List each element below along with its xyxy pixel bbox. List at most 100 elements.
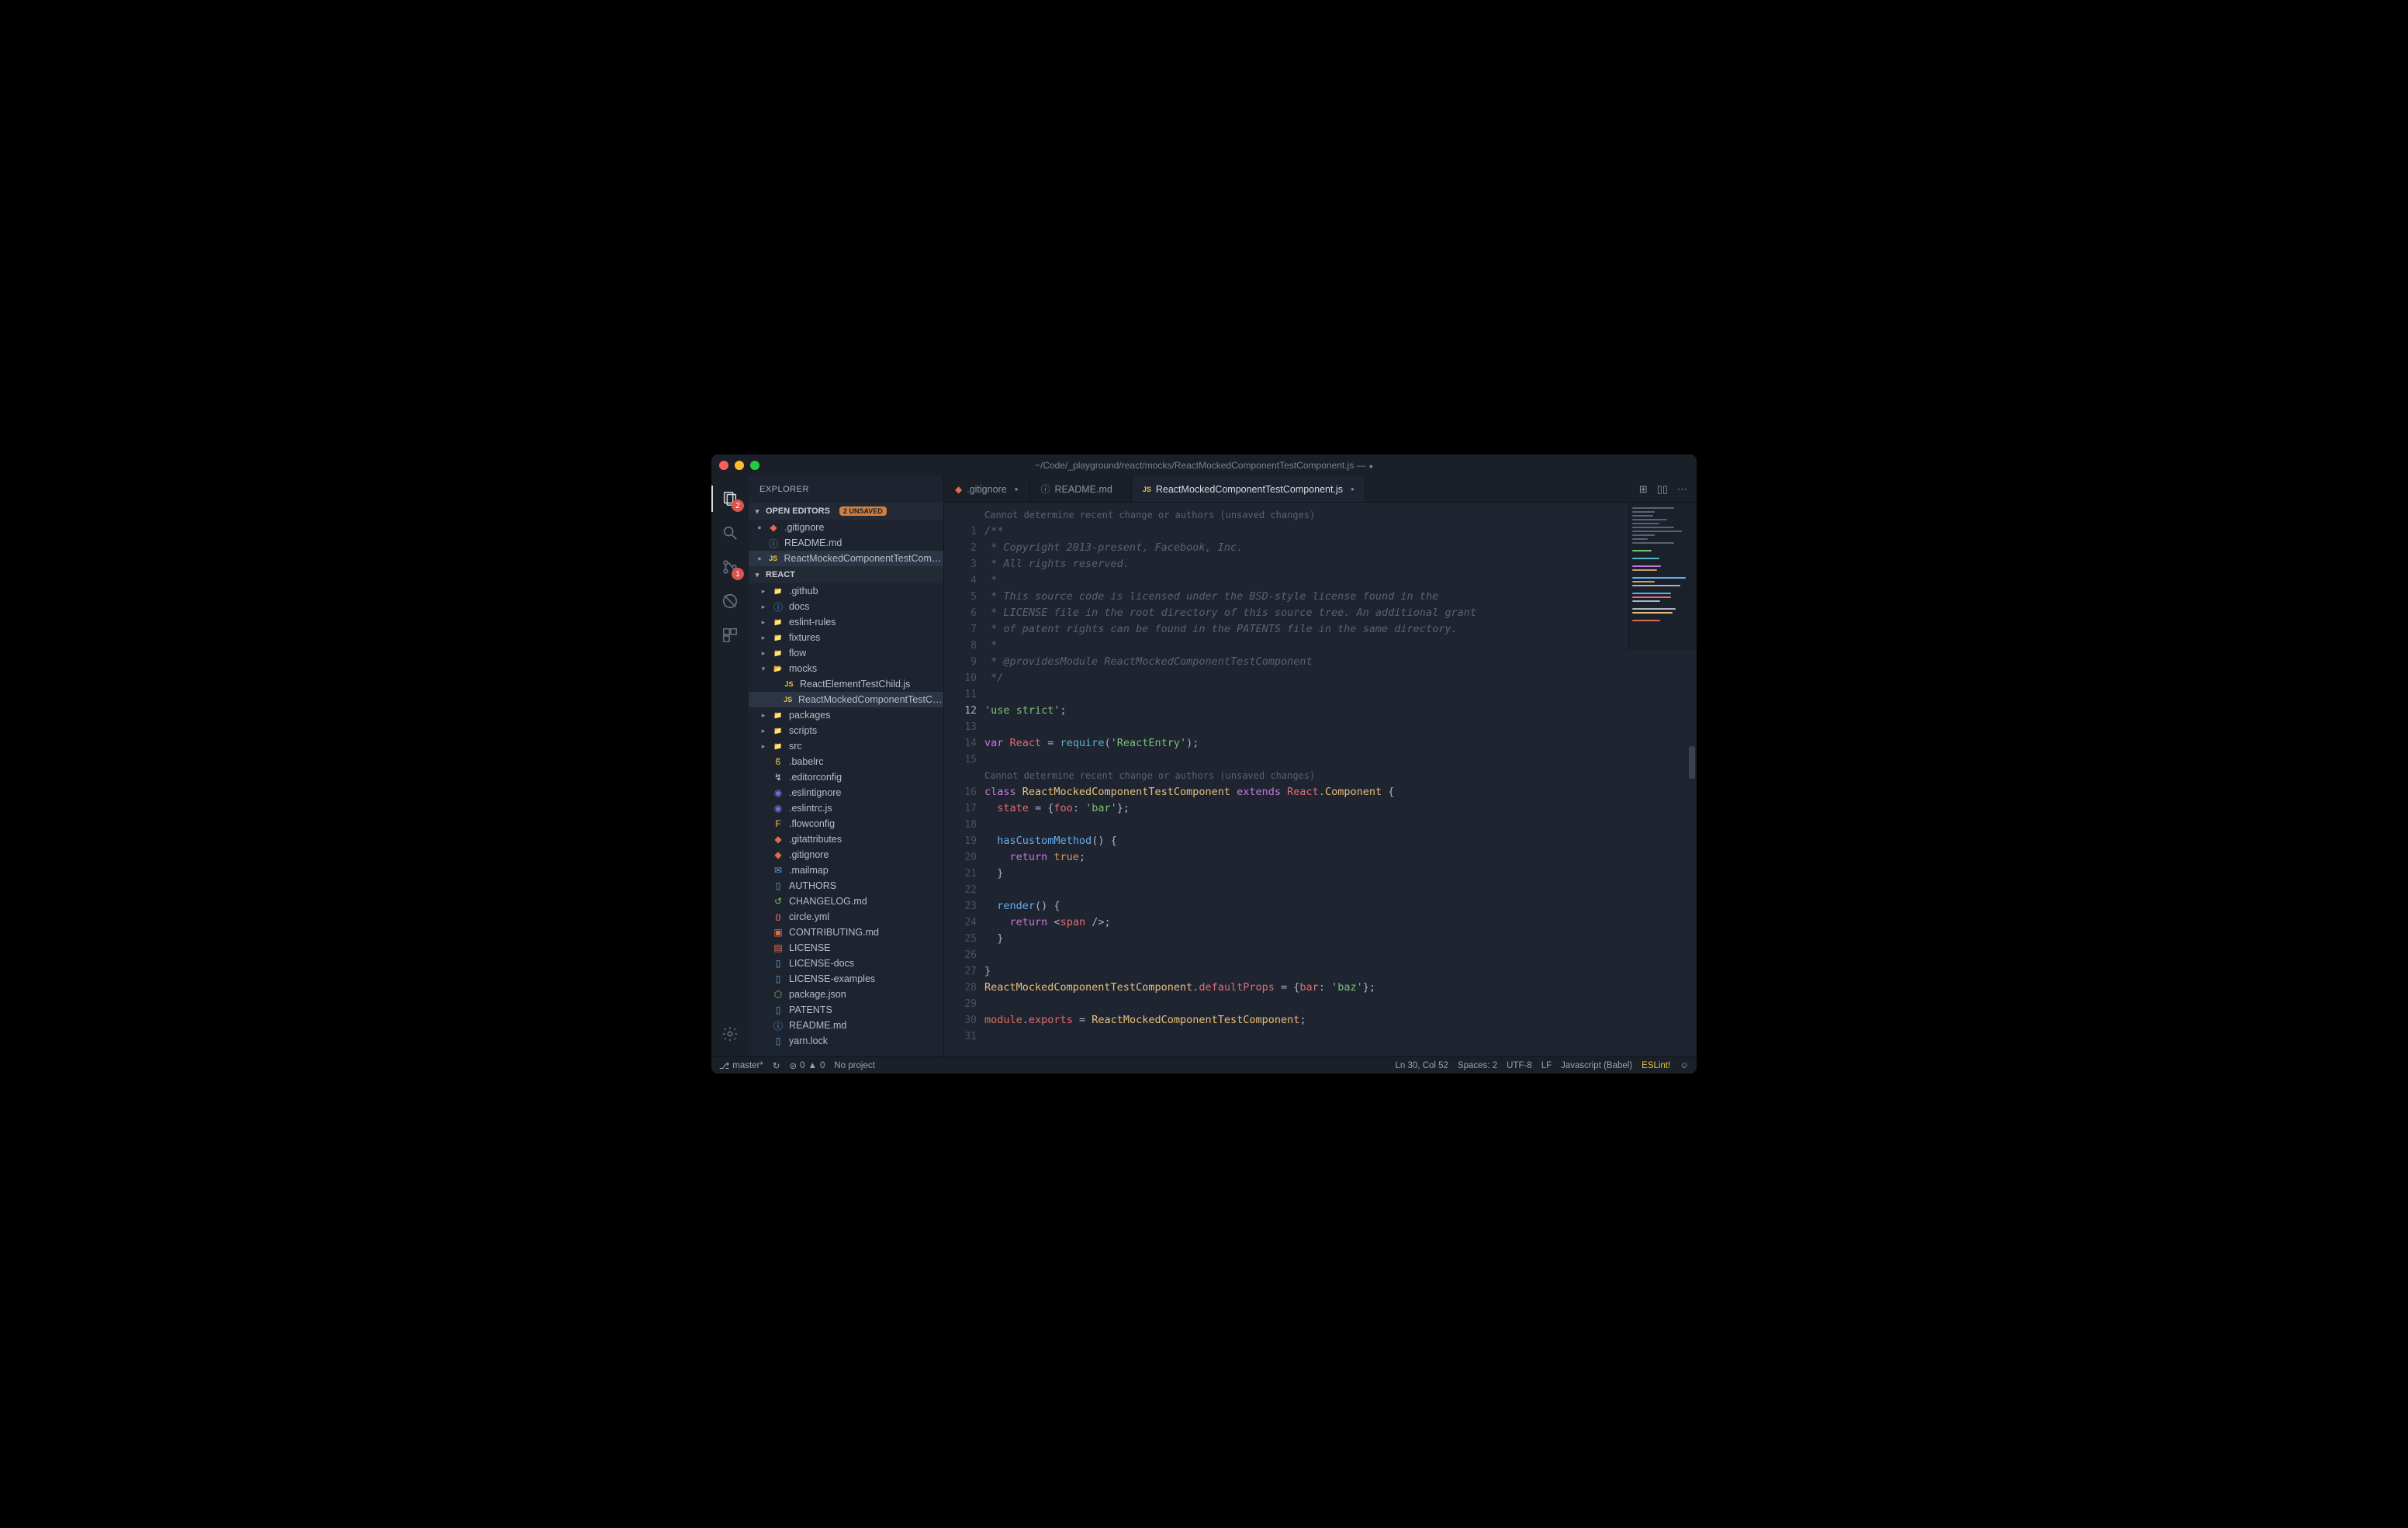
code-line[interactable]: class ReactMockedComponentTestComponent … xyxy=(984,784,1697,800)
code-line[interactable]: hasCustomMethod() { xyxy=(984,833,1697,849)
file-tree-item[interactable]: ⓘREADME.md xyxy=(749,1018,943,1033)
code-line[interactable]: * of patent rights can be found in the P… xyxy=(984,621,1697,638)
code-line[interactable] xyxy=(984,1028,1697,1045)
activity-extensions[interactable] xyxy=(711,619,749,652)
activity-debug[interactable] xyxy=(711,585,749,617)
file-tree-item[interactable]: ▸ⓘdocs xyxy=(749,599,943,614)
file-tree-item[interactable]: ▸📁src xyxy=(749,738,943,754)
codelens[interactable]: Cannot determine recent change or author… xyxy=(984,507,1697,524)
code-line[interactable]: module.exports = ReactMockedComponentTes… xyxy=(984,1012,1697,1028)
file-tree-item[interactable]: ▸📁fixtures xyxy=(749,630,943,645)
code-line[interactable]: } xyxy=(984,866,1697,882)
open-editors-list: ●◆.gitignoreⓘREADME.md●JSReactMockedComp… xyxy=(749,520,943,566)
activity-explorer[interactable]: 2 xyxy=(711,482,749,515)
file-tree-item[interactable]: ▸📁packages xyxy=(749,707,943,723)
code-line[interactable]: * xyxy=(984,572,1697,589)
file-tree-item[interactable]: JSReactMockedComponentTestCom… xyxy=(749,692,943,707)
file-tree-item[interactable]: ◆.gitignore xyxy=(749,847,943,863)
code-line[interactable] xyxy=(984,996,1697,1012)
open-editor-item[interactable]: ⓘREADME.md xyxy=(749,535,943,551)
file-tree-item[interactable]: ▸📁flow xyxy=(749,645,943,661)
file-tree-item[interactable]: ◆.gitattributes xyxy=(749,831,943,847)
code-line[interactable]: } xyxy=(984,963,1697,980)
code-line[interactable]: * All rights reserved. xyxy=(984,556,1697,572)
window-minimize-button[interactable] xyxy=(735,461,744,470)
code-line[interactable]: return <span />; xyxy=(984,914,1697,931)
code-line[interactable]: /** xyxy=(984,524,1697,540)
vertical-scrollbar[interactable] xyxy=(1687,503,1697,1056)
code-line[interactable] xyxy=(984,882,1697,898)
activity-search[interactable] xyxy=(711,517,749,549)
scrollbar-thumb[interactable] xyxy=(1689,746,1695,779)
file-tree-item[interactable]: ▯LICENSE-docs xyxy=(749,956,943,971)
code-line[interactable]: 'use strict'; xyxy=(984,703,1697,719)
code-line[interactable]: ReactMockedComponentTestComponent.defaul… xyxy=(984,980,1697,996)
eslint-status[interactable]: ESLint! xyxy=(1642,1061,1670,1070)
code-line[interactable] xyxy=(984,686,1697,703)
code-line[interactable] xyxy=(984,947,1697,963)
file-tree-item[interactable]: ◉.eslintignore xyxy=(749,785,943,800)
file-tree-item[interactable]: ϐ.babelrc xyxy=(749,754,943,769)
minimap[interactable] xyxy=(1628,503,1697,650)
file-tree-item[interactable]: ▸📁eslint-rules xyxy=(749,614,943,630)
file-tree-item[interactable]: ▯yarn.lock xyxy=(749,1033,943,1049)
window-maximize-button[interactable] xyxy=(750,461,759,470)
file-tree-item[interactable]: ▯LICENSE-examples xyxy=(749,971,943,987)
open-editor-item[interactable]: ●JSReactMockedComponentTestComp… xyxy=(749,551,943,566)
eol[interactable]: LF xyxy=(1541,1061,1552,1070)
editor-tab[interactable]: JSReactMockedComponentTestComponent.js● xyxy=(1132,476,1366,502)
open-editor-item[interactable]: ●◆.gitignore xyxy=(749,520,943,535)
problems-segment[interactable]: ⊘ 0 ▲ 0 xyxy=(790,1060,825,1071)
code-line[interactable] xyxy=(984,752,1697,768)
code-line[interactable]: * Copyright 2013-present, Facebook, Inc. xyxy=(984,540,1697,556)
split-button[interactable]: ▯▯ xyxy=(1657,483,1668,496)
more-button[interactable]: ⋯ xyxy=(1677,483,1687,496)
activity-scm[interactable]: 1 xyxy=(711,551,749,583)
file-tree-item[interactable]: ⬡package.json xyxy=(749,987,943,1002)
sync-button[interactable]: ↻ xyxy=(773,1060,780,1071)
workspace-header[interactable]: ▾ REACT xyxy=(749,566,943,583)
file-tree-item[interactable]: ▯PATENTS xyxy=(749,1002,943,1018)
language-mode[interactable]: Javascript (Babel) xyxy=(1561,1061,1632,1070)
file-tree-item[interactable]: ▯AUTHORS xyxy=(749,878,943,894)
code-line[interactable] xyxy=(984,817,1697,833)
file-tree-item[interactable]: ▾📂mocks xyxy=(749,661,943,676)
code-line[interactable] xyxy=(984,719,1697,735)
code-editor[interactable]: Cannot determine recent change or author… xyxy=(984,503,1697,1056)
codelens[interactable]: Cannot determine recent change or author… xyxy=(984,768,1697,784)
file-tree-item[interactable]: ↺CHANGELOG.md xyxy=(749,894,943,909)
code-line[interactable]: var React = require('ReactEntry'); xyxy=(984,735,1697,752)
file-tree-item[interactable]: {}circle.yml xyxy=(749,909,943,925)
window-close-button[interactable] xyxy=(719,461,728,470)
code-line[interactable]: */ xyxy=(984,670,1697,686)
file-tree-item[interactable]: ▸📁.github xyxy=(749,583,943,599)
file-tree-item[interactable]: ✉.mailmap xyxy=(749,863,943,878)
branch-segment[interactable]: ⎇ master* xyxy=(719,1060,763,1071)
review-button[interactable]: ⊞ xyxy=(1639,483,1648,496)
file-tree-item[interactable]: ▣CONTRIBUTING.md xyxy=(749,925,943,940)
open-editors-header[interactable]: ▾ OPEN EDITORS 2 UNSAVED xyxy=(749,503,943,520)
file-tree-item[interactable]: ◉.eslintrc.js xyxy=(749,800,943,816)
cursor-position[interactable]: Ln 30, Col 52 xyxy=(1396,1061,1448,1070)
code-line[interactable]: } xyxy=(984,931,1697,947)
code-line[interactable]: * LICENSE file in the root directory of … xyxy=(984,605,1697,621)
project-segment[interactable]: No project xyxy=(834,1061,874,1070)
encoding[interactable]: UTF-8 xyxy=(1507,1061,1532,1070)
file-tree-item[interactable]: ▸📁scripts xyxy=(749,723,943,738)
code-line[interactable]: * xyxy=(984,638,1697,654)
file-tree-item[interactable]: ↯.editorconfig xyxy=(749,769,943,785)
file-tree-item[interactable]: ▤LICENSE xyxy=(749,940,943,956)
editor-tab[interactable]: ⓘREADME.md xyxy=(1030,476,1132,502)
feedback-button[interactable]: ☺ xyxy=(1680,1061,1689,1070)
code-line[interactable]: * @providesModule ReactMockedComponentTe… xyxy=(984,654,1697,670)
activity-settings[interactable] xyxy=(711,1018,749,1050)
code-line[interactable]: render() { xyxy=(984,898,1697,914)
editor-tab[interactable]: ◆.gitignore● xyxy=(944,476,1030,502)
editor-body[interactable]: 123456789101112131415 161718192021222324… xyxy=(944,503,1697,1056)
code-line[interactable]: state = {foo: 'bar'}; xyxy=(984,800,1697,817)
indentation[interactable]: Spaces: 2 xyxy=(1458,1061,1497,1070)
file-tree-item[interactable]: JSReactElementTestChild.js xyxy=(749,676,943,692)
code-line[interactable]: return true; xyxy=(984,849,1697,866)
code-line[interactable]: * This source code is licensed under the… xyxy=(984,589,1697,605)
file-tree-item[interactable]: F.flowconfig xyxy=(749,816,943,831)
